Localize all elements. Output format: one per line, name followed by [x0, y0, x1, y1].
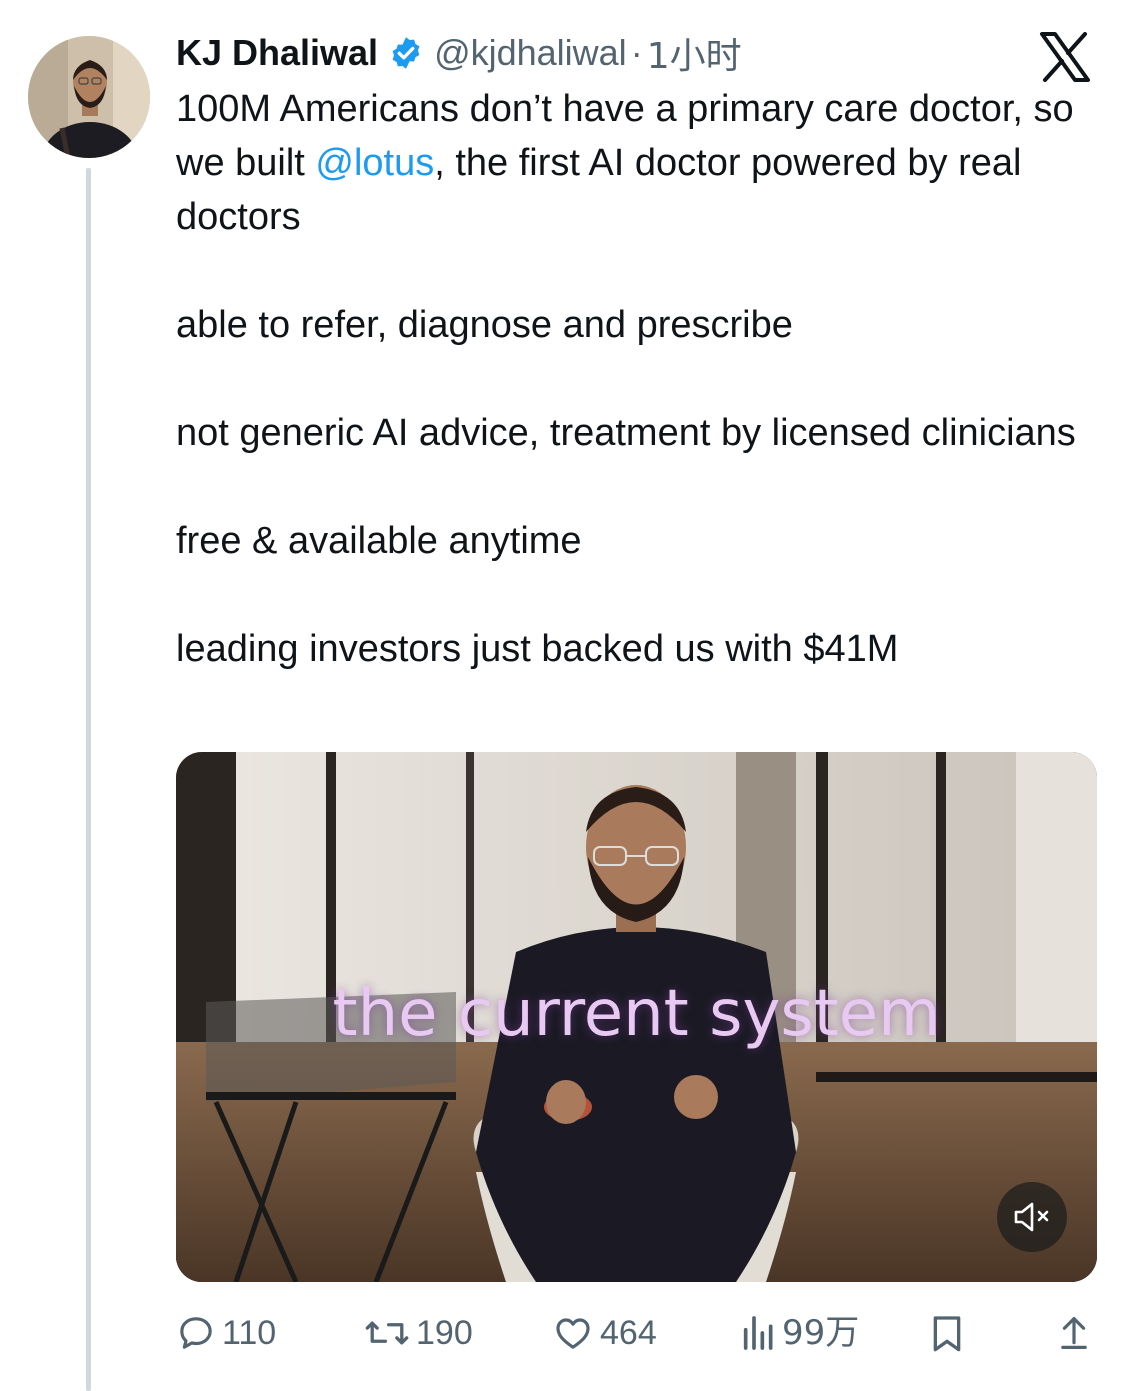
- x-logo-icon: [1039, 32, 1091, 82]
- tweet-header: KJ Dhaliwal @kjdhaliwal · 1小时: [176, 28, 742, 78]
- bar-chart-icon: [743, 1316, 773, 1350]
- speaker-muted-icon: [1014, 1202, 1049, 1232]
- repost-count: 190: [416, 1314, 473, 1352]
- like-count: 464: [600, 1314, 657, 1352]
- bookmark-icon: [933, 1316, 961, 1352]
- tweet-paragraph-2: able to refer, diagnose and prescribe: [176, 304, 793, 346]
- handle[interactable]: @kjdhaliwal: [434, 32, 627, 74]
- like-button[interactable]: 464: [552, 1310, 657, 1356]
- video-caption: the current system: [332, 977, 941, 1051]
- repost-button[interactable]: 190: [364, 1310, 473, 1356]
- reply-button[interactable]: 110: [176, 1310, 276, 1356]
- repost-icon: [365, 1321, 409, 1345]
- views-button[interactable]: 99万: [742, 1310, 859, 1356]
- timestamp[interactable]: 1小时: [647, 27, 742, 79]
- avatar[interactable]: [28, 36, 150, 158]
- thread-line: [86, 168, 91, 1391]
- verified-badge-icon: [388, 35, 424, 71]
- reply-count: 110: [222, 1314, 277, 1352]
- tweet-card: KJ Dhaliwal @kjdhaliwal · 1小时 100M Ameri…: [0, 0, 1125, 1391]
- share-button[interactable]: [1058, 1310, 1096, 1356]
- video-player[interactable]: the current system: [176, 752, 1097, 1282]
- tweet-paragraph-1: 100M Americans don’t have a primary care…: [176, 82, 1076, 244]
- action-bar: 110 190 464 99万: [176, 1310, 1096, 1356]
- view-count: 99万: [782, 1313, 860, 1353]
- tweet-paragraph-5: leading investors just backed us with $4…: [176, 628, 899, 670]
- reply-icon: [180, 1317, 212, 1349]
- display-name[interactable]: KJ Dhaliwal: [176, 32, 378, 74]
- heart-icon: [556, 1318, 590, 1349]
- tweet-paragraph-4: free & available anytime: [176, 520, 582, 562]
- mention-link[interactable]: @lotus: [315, 142, 434, 184]
- share-icon: [1061, 1317, 1087, 1349]
- dot-separator: ·: [630, 32, 643, 73]
- bookmark-button[interactable]: [930, 1310, 970, 1356]
- tweet-paragraph-3: not generic AI advice, treatment by lice…: [176, 412, 1076, 454]
- mute-button[interactable]: [997, 1182, 1067, 1252]
- tweet-text: 100M Americans don’t have a primary care…: [176, 82, 1076, 676]
